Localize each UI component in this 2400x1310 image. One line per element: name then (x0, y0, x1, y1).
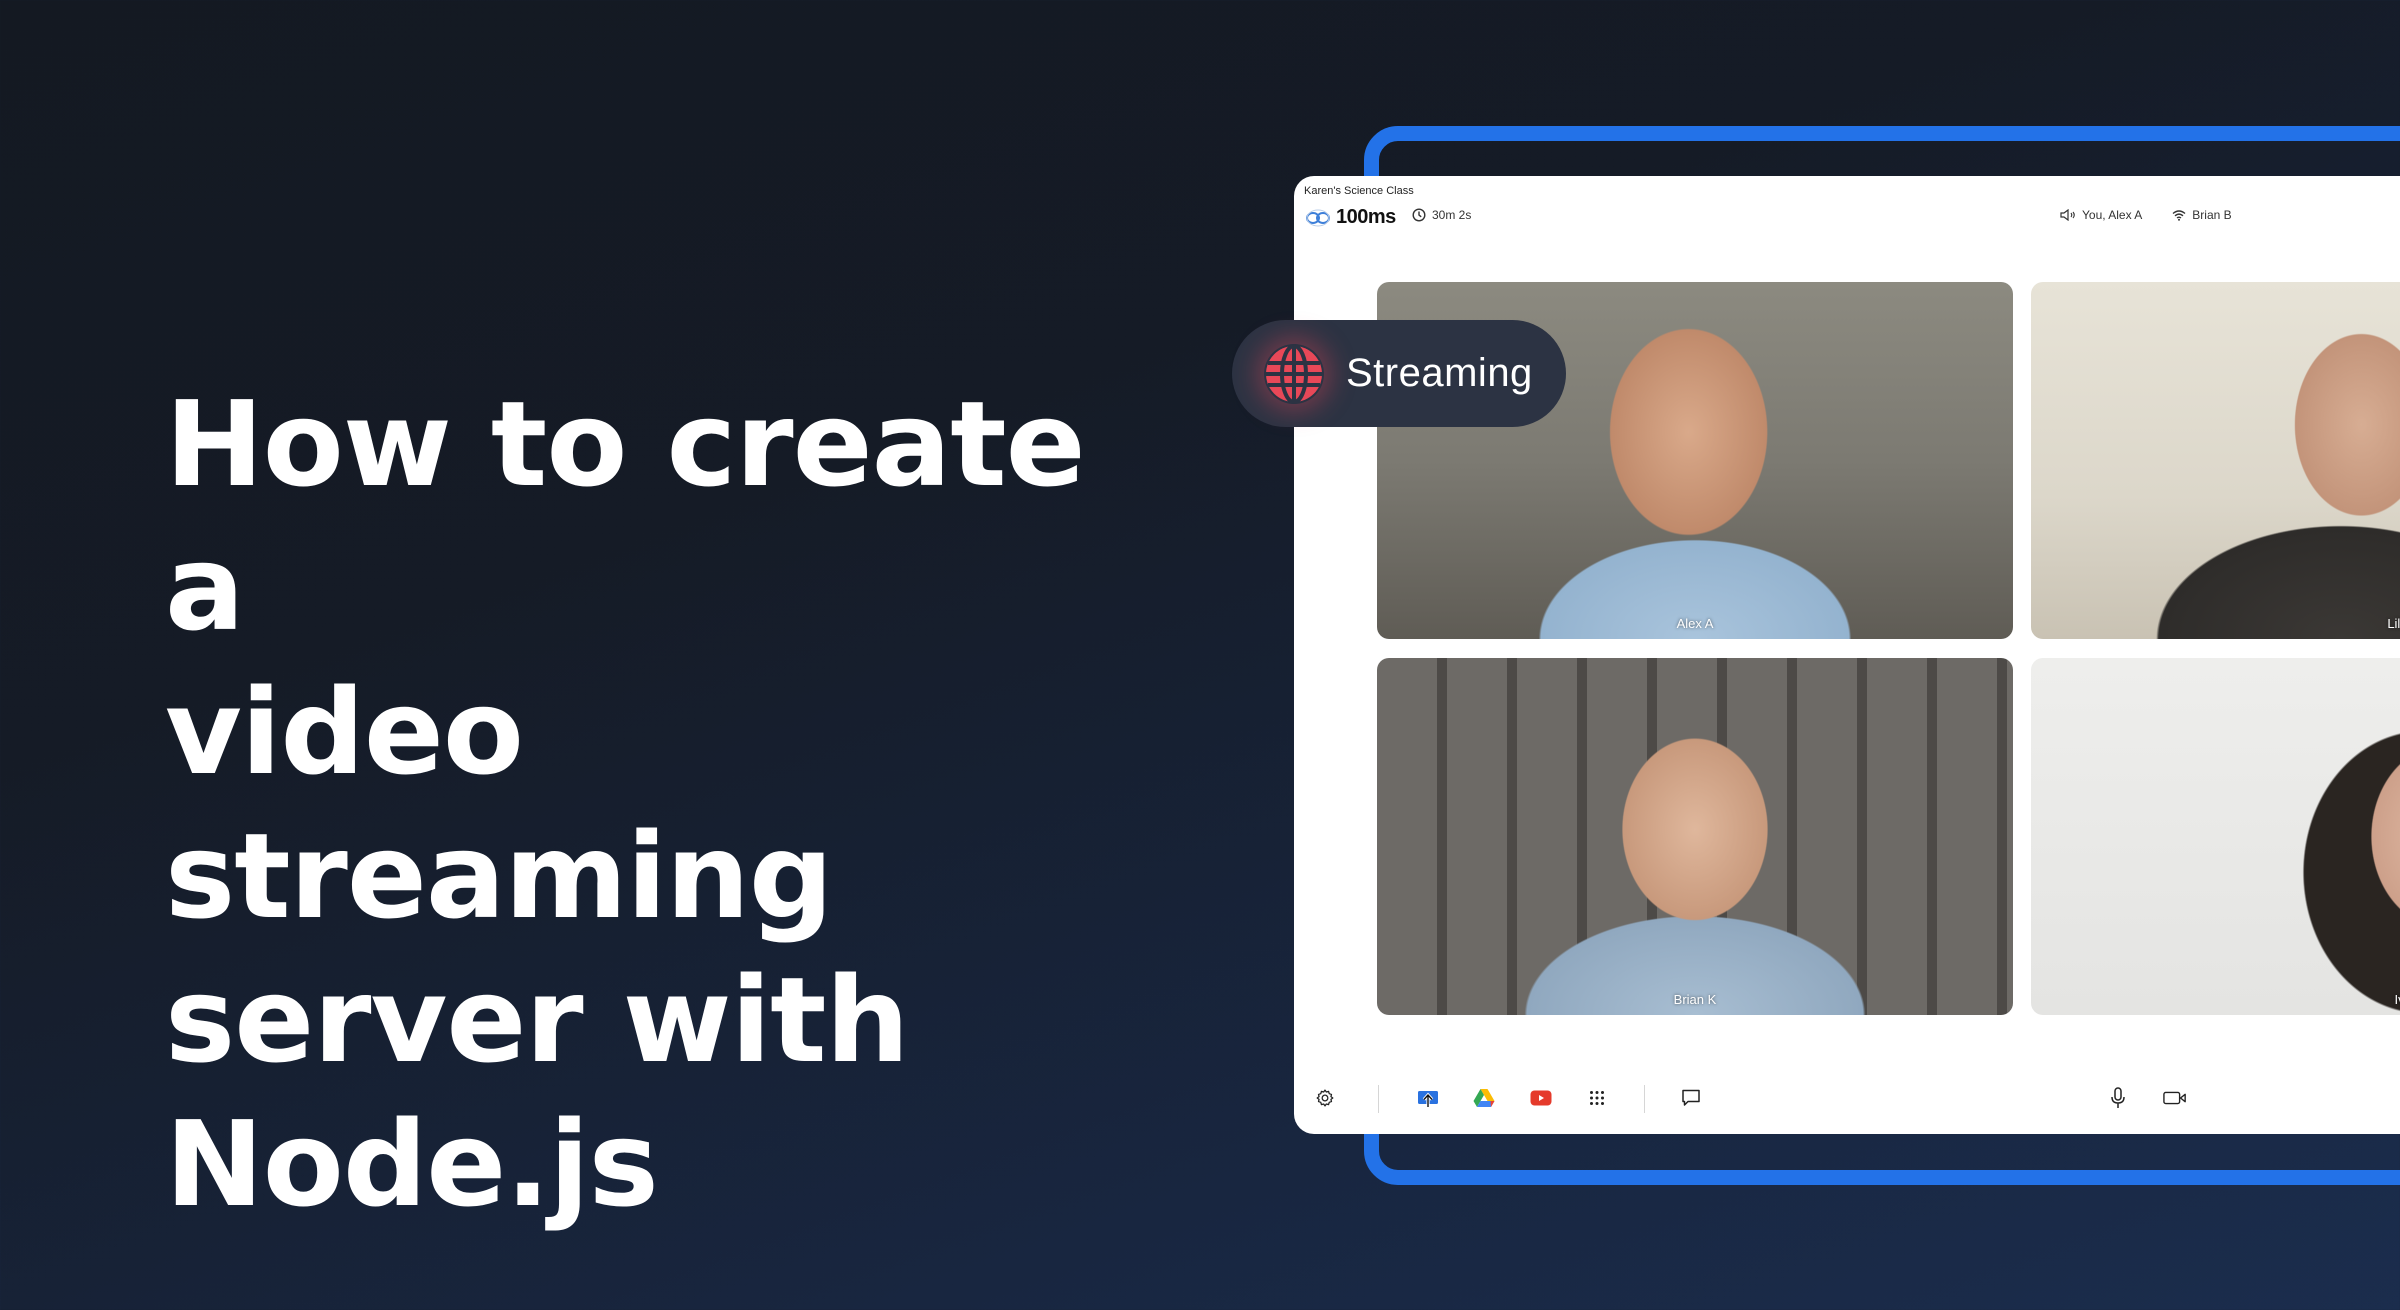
clock-icon (1412, 208, 1426, 222)
toolbar-divider (1644, 1085, 1645, 1113)
google-drive-icon (1473, 1089, 1495, 1107)
active-speaker: You, Alex A (2060, 208, 2142, 222)
brand-name: 100ms (1336, 206, 1396, 228)
streaming-label: Streaming (1346, 351, 1533, 395)
100ms-logo-icon (1306, 209, 1330, 226)
settings-button[interactable] (1313, 1086, 1337, 1110)
toolbar-divider (1378, 1085, 1379, 1113)
headline-line-3: server with (165, 951, 910, 1089)
tile-name: Brian K (1673, 992, 1717, 1007)
active-speaker-text: You, Alex A (2082, 208, 2143, 222)
tile-name: Lilly B (2387, 616, 2400, 631)
gear-icon (1316, 1089, 1334, 1107)
camera-button[interactable] (2163, 1086, 2187, 1110)
youtube-button[interactable] (1529, 1086, 1553, 1110)
screen-share-button[interactable] (1416, 1086, 1440, 1110)
video-tile[interactable]: Brian K (1377, 658, 2013, 1015)
room-name: Karen's Science Class (1304, 185, 1414, 197)
microphone-button[interactable] (2106, 1086, 2130, 1110)
video-tile[interactable]: Lilly B (2031, 282, 2400, 639)
status-indicators: You, Alex A Brian B (2060, 208, 2232, 222)
headline-line-4: Node.js (165, 1095, 659, 1233)
screen-share-icon (1418, 1091, 1438, 1107)
video-tile[interactable]: Ivy L (2031, 658, 2400, 1015)
speaker-icon (2060, 209, 2075, 221)
camera-icon (2163, 1091, 2186, 1105)
youtube-icon (1530, 1090, 1552, 1106)
streaming-status-badge: Streaming (1232, 320, 1566, 427)
wifi-icon (2172, 210, 2186, 221)
call-toolbar (1294, 1078, 2400, 1118)
microphone-icon (2111, 1087, 2125, 1108)
apps-grid-icon (1590, 1091, 1604, 1105)
google-drive-button[interactable] (1472, 1086, 1496, 1110)
page-headline: How to create a video streaming server w… (165, 372, 1165, 1236)
network-indicator: Brian B (2172, 208, 2232, 222)
chat-button[interactable] (1679, 1086, 1703, 1110)
network-peer-text: Brian B (2192, 208, 2232, 222)
headline-line-2: video streaming (165, 663, 833, 945)
chat-icon (1682, 1089, 1700, 1106)
duration-text: 30m 2s (1432, 208, 1472, 222)
more-apps-button[interactable] (1585, 1086, 1609, 1110)
tile-name: Alex A (1676, 616, 1714, 631)
call-duration: 30m 2s (1412, 208, 1471, 222)
tile-name: Ivy L (2394, 992, 2400, 1007)
globe-icon (1266, 343, 1322, 404)
brand: 100ms (1306, 206, 1396, 229)
headline-line-1: How to create a (165, 375, 1086, 657)
